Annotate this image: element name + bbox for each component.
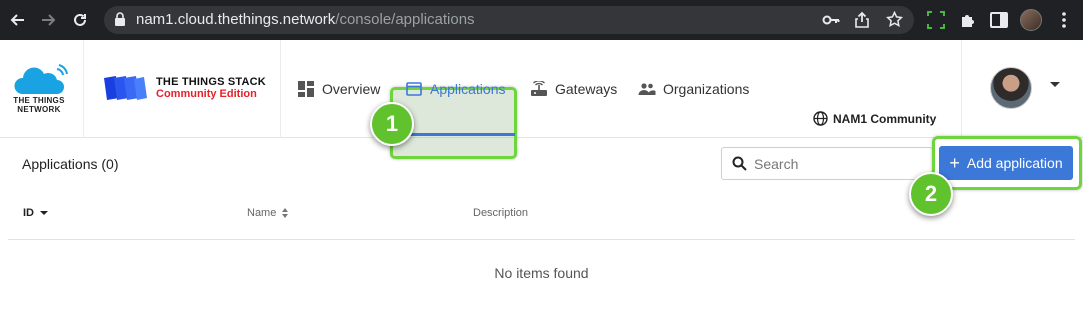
sort-icon [282,208,289,218]
gateway-icon [530,80,548,98]
search-input[interactable] [754,153,924,175]
active-tab-indicator [395,133,515,136]
address-bar[interactable]: nam1.cloud.thethings.network/console/app… [104,6,914,34]
reload-icon[interactable] [68,8,92,32]
url-host: nam1.cloud.thethings.network [136,11,336,28]
globe-icon [813,111,828,126]
step-2-badge: 2 [909,172,953,216]
search-icon [732,156,747,176]
application-icon [405,80,423,98]
add-application-label: Add application [966,155,1063,171]
nav-gateways[interactable]: Gateways [530,40,617,138]
nav-overview-label: Overview [322,81,381,97]
key-icon[interactable] [822,12,840,33]
column-id-label: ID [23,207,34,219]
side-panel-icon[interactable] [987,8,1011,32]
plus-icon: + [949,153,960,173]
url-path: /console/applications [335,11,475,28]
nav-applications-label: Applications [430,81,506,97]
nav-overview[interactable]: Overview [297,40,380,138]
search-field[interactable] [721,147,933,180]
nav-organizations-label: Organizations [663,81,750,97]
bookmark-star-icon[interactable] [885,10,904,33]
ttn-logo[interactable]: THE THINGS NETWORK [0,40,84,138]
chevron-down-icon[interactable] [1050,82,1060,87]
user-menu[interactable] [961,40,1083,138]
lock-icon [114,12,126,32]
more-menu-icon[interactable] [1052,8,1076,32]
app-header: THE THINGS NETWORK THE THINGS STACK Comm… [0,40,1083,159]
column-header-description: Description [473,207,528,219]
cloud-icon [14,64,68,94]
screen-capture-icon[interactable] [924,8,948,32]
ttn-logo-text: THE THINGS NETWORK [13,96,65,114]
extensions-icon[interactable] [956,8,980,32]
nav-gateways-label: Gateways [555,81,618,97]
tts-logo[interactable]: THE THINGS STACK Community Edition [84,40,281,138]
community-selector[interactable]: NAM1 Community [813,111,936,126]
nav-applications[interactable]: Applications [405,40,506,138]
forward-icon[interactable] [36,8,60,32]
browser-toolbar: nam1.cloud.thethings.network/console/app… [0,0,1083,40]
stack-logo-icon [104,76,147,100]
user-avatar[interactable] [990,67,1032,109]
dashboard-icon [297,80,315,98]
nav-organizations[interactable]: Organizations [638,40,749,138]
column-header-id[interactable]: ID [23,207,48,219]
column-header-name[interactable]: Name [247,207,289,219]
page-title: Applications (0) [22,156,119,172]
table-divider [8,239,1075,240]
community-label: NAM1 Community [833,111,937,126]
column-description-label: Description [473,207,529,219]
empty-state-text: No items found [494,265,589,281]
step-1-badge: 1 [370,102,414,146]
back-icon[interactable] [6,8,30,32]
stack-title: THE THINGS STACK [156,76,266,88]
stack-subtitle: Community Edition [156,88,257,100]
share-icon[interactable] [855,11,869,33]
add-application-button[interactable]: + Add application [939,146,1073,180]
sort-desc-icon [40,211,48,215]
url-text: nam1.cloud.thethings.network/console/app… [136,11,475,28]
browser-profile-avatar[interactable] [1020,9,1042,31]
organization-icon [638,80,656,98]
column-name-label: Name [247,207,277,219]
